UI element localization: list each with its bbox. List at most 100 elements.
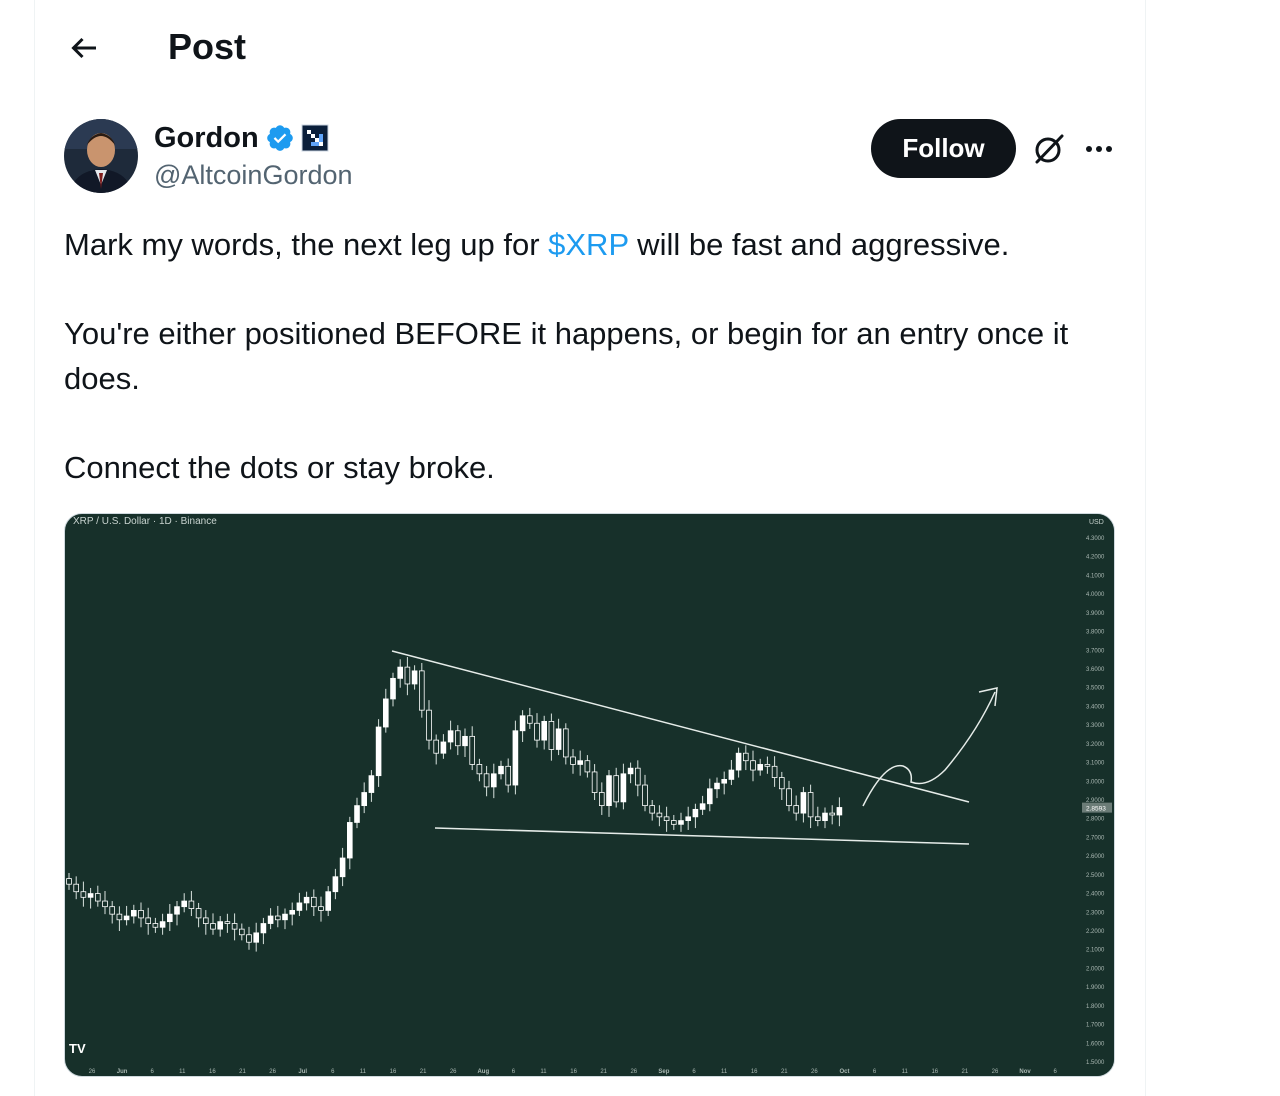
time-tick-label: Oct — [839, 1069, 849, 1075]
candle-body — [505, 765, 511, 786]
chart-symbol-title: XRP / U.S. Dollar · 1D · Binance — [73, 516, 217, 527]
candle-body — [671, 820, 677, 825]
price-tick-label: 2.4000 — [1086, 892, 1105, 898]
author-handle[interactable]: @AltcoinGordon — [154, 158, 353, 192]
price-tick-label: 3.2000 — [1086, 742, 1105, 748]
cashtag-link[interactable]: $XRP — [548, 227, 628, 262]
candle-body — [779, 777, 785, 790]
candle-body — [735, 752, 742, 771]
candle-body — [786, 788, 792, 807]
candle-body — [577, 760, 583, 765]
candle-body — [526, 715, 533, 724]
price-tick-label: 2.8000 — [1086, 817, 1105, 823]
candle-body — [152, 923, 159, 928]
candle-body — [642, 784, 648, 807]
candle-body — [656, 812, 663, 818]
candle-body — [253, 932, 260, 943]
candle-body — [159, 921, 166, 928]
price-tick-label: 3.4000 — [1086, 704, 1105, 710]
candle-body — [519, 715, 526, 732]
candle-body — [836, 807, 843, 816]
candle-body — [382, 698, 389, 728]
verified-badge-icon[interactable] — [265, 123, 295, 153]
candle-body — [80, 891, 87, 898]
follow-button[interactable]: Follow — [871, 119, 1016, 178]
time-tick-label: 26 — [89, 1069, 96, 1075]
candle-body — [678, 820, 684, 825]
more-icon[interactable] — [1081, 134, 1117, 164]
price-tick-label: 1.6000 — [1086, 1041, 1105, 1047]
candle-body — [66, 878, 72, 885]
candle-body — [714, 782, 720, 790]
candle-body — [116, 913, 123, 921]
candle-body — [368, 775, 375, 793]
chart-image[interactable]: USD 4.3000 4.2000 4.1000 4.0000 3.9000 3.8000 3… — [64, 513, 1115, 1077]
candle-body — [267, 915, 274, 924]
time-tick-label: Jul — [298, 1069, 307, 1075]
time-tick-label: 21 — [962, 1069, 969, 1075]
projection-arrow — [862, 691, 996, 807]
candle-body — [131, 910, 137, 917]
candle-body — [483, 773, 490, 788]
time-tick-label: 26 — [269, 1069, 276, 1075]
candle-body — [606, 775, 612, 807]
candle-body — [282, 913, 288, 921]
candle-body — [202, 917, 209, 924]
time-tick-label: 21 — [420, 1069, 427, 1075]
candle-body — [210, 923, 216, 930]
time-tick-label: 26 — [811, 1069, 818, 1075]
candle-body — [411, 670, 418, 685]
time-tick-label: 21 — [239, 1069, 246, 1075]
candle-body — [303, 896, 310, 904]
price-tick-label: 2.5000 — [1086, 873, 1105, 879]
candle-body — [807, 792, 814, 818]
price-tick-label: 3.9000 — [1086, 611, 1105, 617]
price-tick-label: 1.9000 — [1086, 985, 1105, 991]
candle-body — [94, 893, 101, 902]
time-tick-label: 6 — [1054, 1069, 1058, 1075]
candle-body — [195, 908, 202, 919]
price-tick-label: 1.5000 — [1086, 1060, 1105, 1066]
price-tick-label: 3.0000 — [1086, 779, 1105, 785]
price-tick-label: 3.5000 — [1086, 686, 1105, 692]
price-tick-label: 2.7000 — [1086, 835, 1105, 841]
price-tick-label: 4.1000 — [1086, 573, 1105, 579]
grok-icon[interactable] — [1031, 131, 1067, 167]
candle-body — [167, 913, 173, 923]
candle-body — [73, 883, 80, 893]
candle-body — [433, 739, 439, 754]
author-name[interactable]: Gordon — [154, 120, 259, 156]
avatar[interactable] — [64, 119, 138, 193]
lower-trendline — [434, 827, 970, 845]
candle-body — [469, 735, 475, 765]
time-tick-label: 11 — [179, 1069, 186, 1075]
candle-body — [404, 666, 411, 685]
time-tick-label: 16 — [931, 1069, 938, 1075]
candle-body — [289, 910, 296, 915]
time-tick-label: Aug — [477, 1069, 489, 1075]
affiliate-icon[interactable] — [301, 124, 329, 152]
candle-body — [238, 928, 245, 936]
candle-body — [310, 896, 317, 908]
time-tick-label: Nov — [1019, 1069, 1031, 1075]
price-tick-label: 1.8000 — [1086, 1004, 1105, 1010]
price-chart: USD 4.3000 4.2000 4.1000 4.0000 3.9000 3.8000 3… — [66, 514, 1114, 1076]
time-tick-label: 16 — [209, 1069, 216, 1075]
candle-body — [591, 771, 598, 793]
candle-body — [476, 764, 483, 775]
time-tick-label: 16 — [751, 1069, 758, 1075]
page-title: Post — [168, 26, 247, 67]
currency-label: USD — [1089, 519, 1104, 526]
time-tick-label: 16 — [390, 1069, 397, 1075]
time-tick-label: 26 — [992, 1069, 999, 1075]
candle-body — [627, 767, 634, 775]
candle-body — [512, 730, 519, 786]
projection-arrowhead — [978, 687, 998, 707]
tweet-paragraph-3: Connect the dots or stay broke. — [64, 450, 495, 485]
candle-body — [274, 915, 281, 921]
back-arrow-icon[interactable] — [66, 30, 102, 66]
time-tick-label: 26 — [630, 1069, 637, 1075]
candle-body — [822, 812, 828, 821]
candle-body — [181, 900, 188, 908]
time-tick-label: 6 — [512, 1069, 516, 1075]
